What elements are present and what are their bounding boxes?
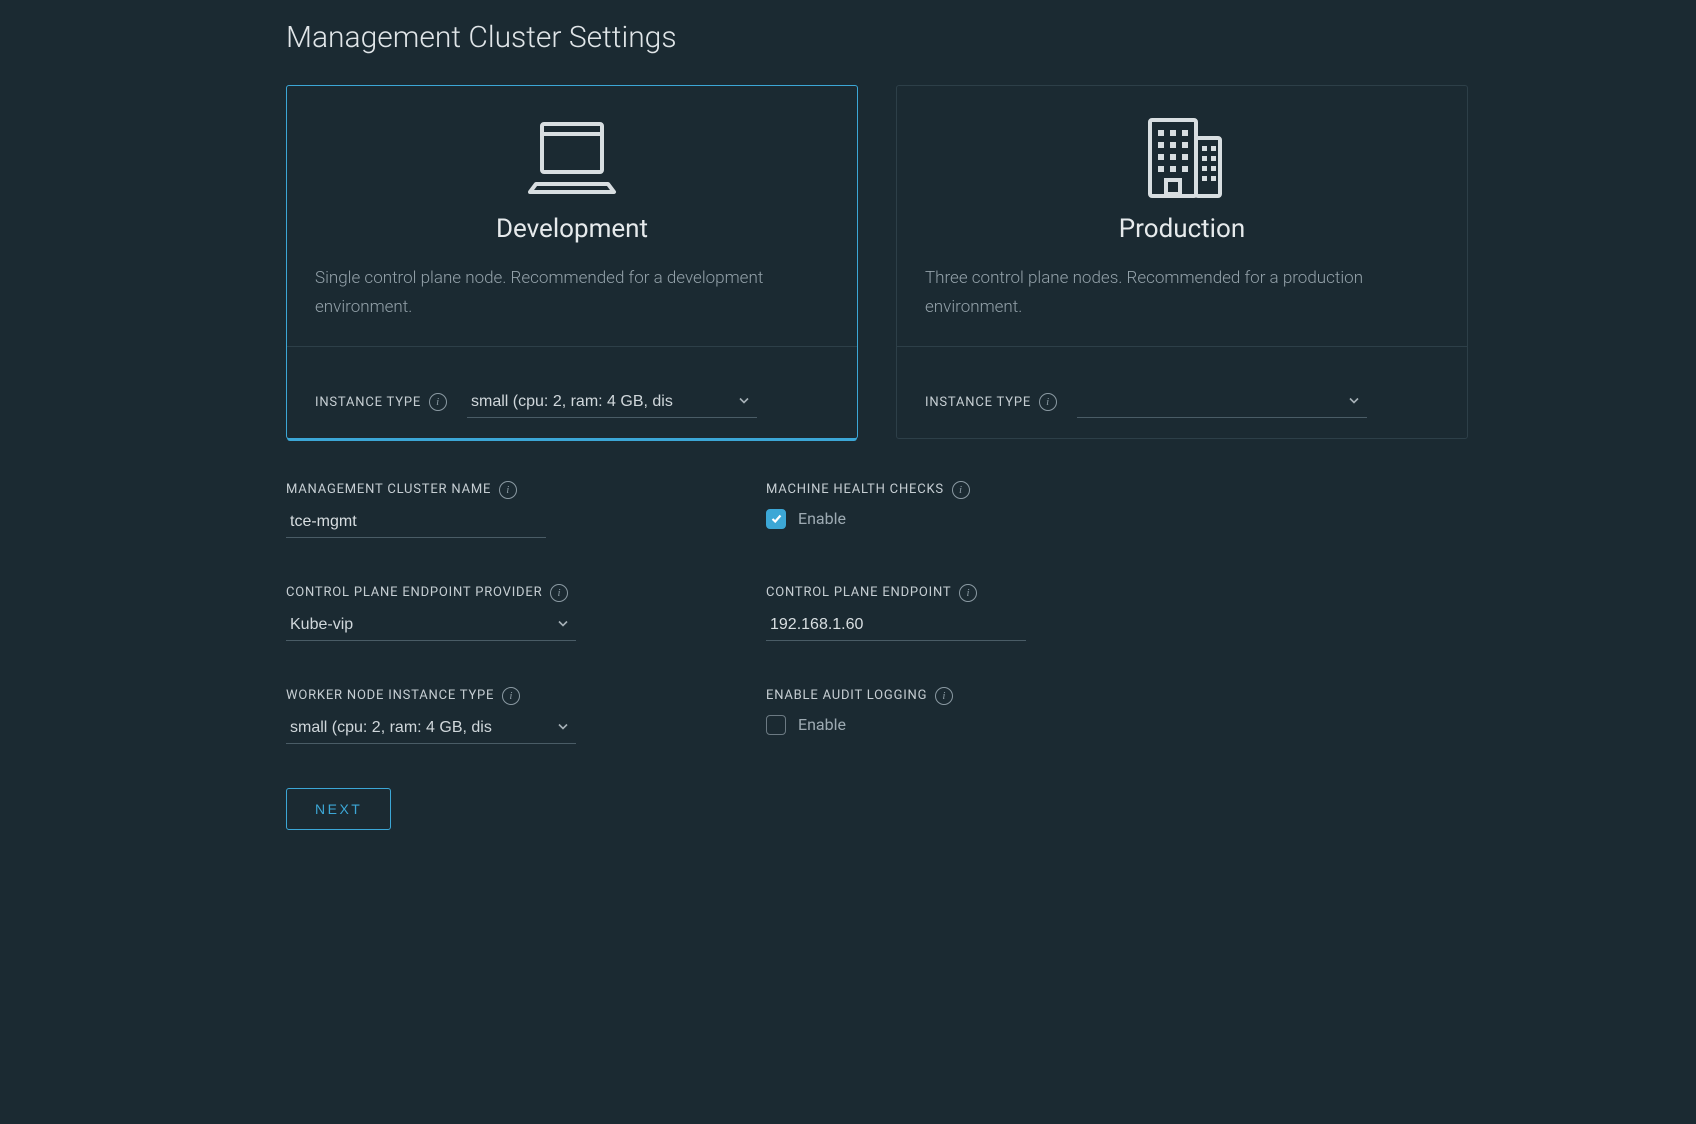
audit-label: ENABLE AUDIT LOGGING i xyxy=(766,687,1126,705)
info-icon[interactable]: i xyxy=(499,481,517,499)
label-text: MACHINE HEALTH CHECKS xyxy=(766,482,944,497)
card-description: Three control plane nodes. Recommended f… xyxy=(925,264,1439,322)
laptop-icon xyxy=(315,114,829,200)
worker-type-field: WORKER NODE INSTANCE TYPE i xyxy=(286,687,646,744)
info-icon[interactable]: i xyxy=(1039,393,1057,411)
cpe-label: CONTROL PLANE ENDPOINT i xyxy=(766,584,1126,602)
card-footer: INSTANCE TYPE i xyxy=(897,346,1467,438)
worker-type-value[interactable] xyxy=(286,713,576,744)
next-button[interactable]: NEXT xyxy=(286,788,391,830)
worker-type-select[interactable] xyxy=(286,713,576,744)
label-text: WORKER NODE INSTANCE TYPE xyxy=(286,688,494,703)
label-text: CONTROL PLANE ENDPOINT xyxy=(766,585,951,600)
cpe-field: CONTROL PLANE ENDPOINT i xyxy=(766,584,1126,641)
instance-type-select[interactable] xyxy=(1077,387,1367,418)
cluster-name-input[interactable] xyxy=(286,507,546,538)
worker-type-label: WORKER NODE INSTANCE TYPE i xyxy=(286,687,646,705)
cpe-provider-value[interactable] xyxy=(286,610,576,641)
info-icon[interactable]: i xyxy=(502,687,520,705)
cpe-provider-select[interactable] xyxy=(286,610,576,641)
mhc-check-row: Enable xyxy=(766,509,1126,529)
cpe-provider-field: CONTROL PLANE ENDPOINT PROVIDER i xyxy=(286,584,646,641)
label-text: INSTANCE TYPE xyxy=(925,395,1031,410)
settings-form: MANAGEMENT CLUSTER NAME i MACHINE HEALTH… xyxy=(286,481,1126,744)
cluster-name-label: MANAGEMENT CLUSTER NAME i xyxy=(286,481,646,499)
label-text: ENABLE AUDIT LOGGING xyxy=(766,688,927,703)
instance-type-label: INSTANCE TYPE i xyxy=(315,393,447,411)
info-icon[interactable]: i xyxy=(952,481,970,499)
page-title: Management Cluster Settings xyxy=(286,20,1468,55)
label-text: CONTROL PLANE ENDPOINT PROVIDER xyxy=(286,585,542,600)
cpe-input[interactable] xyxy=(766,610,1026,641)
label-text: MANAGEMENT CLUSTER NAME xyxy=(286,482,491,497)
cluster-name-field: MANAGEMENT CLUSTER NAME i xyxy=(286,481,646,538)
mhc-label: MACHINE HEALTH CHECKS i xyxy=(766,481,1126,499)
info-icon[interactable]: i xyxy=(959,584,977,602)
instance-type-select[interactable] xyxy=(467,387,757,418)
instance-type-label: INSTANCE TYPE i xyxy=(925,393,1057,411)
mhc-checkbox[interactable] xyxy=(766,509,786,529)
audit-logging-field: ENABLE AUDIT LOGGING i Enable xyxy=(766,687,1126,744)
info-icon[interactable]: i xyxy=(550,584,568,602)
mhc-check-label: Enable xyxy=(798,509,846,528)
card-title: Production xyxy=(925,214,1439,244)
building-icon xyxy=(925,114,1439,200)
card-footer: INSTANCE TYPE i xyxy=(287,346,857,438)
audit-check-label: Enable xyxy=(798,715,846,734)
card-production[interactable]: Production Three control plane nodes. Re… xyxy=(896,85,1468,439)
label-text: INSTANCE TYPE xyxy=(315,395,421,410)
card-development[interactable]: Development Single control plane node. R… xyxy=(286,85,858,439)
instance-type-value[interactable] xyxy=(1077,387,1367,418)
audit-check-row: Enable xyxy=(766,715,1126,735)
instance-type-value[interactable] xyxy=(467,387,757,418)
info-icon[interactable]: i xyxy=(429,393,447,411)
info-icon[interactable]: i xyxy=(935,687,953,705)
cpe-provider-label: CONTROL PLANE ENDPOINT PROVIDER i xyxy=(286,584,606,602)
plan-cards: Development Single control plane node. R… xyxy=(286,85,1468,439)
card-description: Single control plane node. Recommended f… xyxy=(315,264,829,322)
card-title: Development xyxy=(315,214,829,244)
card-body: Production Three control plane nodes. Re… xyxy=(897,86,1467,346)
card-body: Development Single control plane node. R… xyxy=(287,86,857,346)
machine-health-checks-field: MACHINE HEALTH CHECKS i Enable xyxy=(766,481,1126,538)
audit-checkbox[interactable] xyxy=(766,715,786,735)
